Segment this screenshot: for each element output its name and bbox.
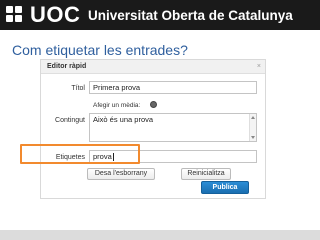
- content-label: Contingut: [55, 117, 85, 124]
- uoc-logo-icon: [6, 6, 22, 22]
- title-input[interactable]: Primera prova: [89, 81, 257, 94]
- content-scrollbar[interactable]: [249, 114, 256, 141]
- media-icon[interactable]: [150, 101, 157, 108]
- institution-header: UOC Universitat Oberta de Catalunya: [0, 0, 320, 30]
- panel-header: Editor ràpid ×: [41, 60, 265, 74]
- add-media-label: Afegir un mèdia:: [93, 102, 141, 109]
- content-textarea[interactable]: Això és una prova: [89, 113, 257, 142]
- close-icon[interactable]: ×: [257, 62, 261, 72]
- scroll-up-icon[interactable]: [251, 116, 255, 119]
- uoc-logo-text: UOC: [30, 2, 81, 27]
- institution-name: Universitat Oberta de Catalunya: [88, 8, 293, 23]
- quick-editor-panel: Editor ràpid × Títol Primera prova Afegi…: [40, 59, 266, 199]
- logo-square-icon: [6, 15, 13, 22]
- content-text: Això és una prova: [93, 115, 154, 124]
- save-draft-button[interactable]: Desa l'esborrany: [87, 168, 155, 180]
- publish-button[interactable]: Publica: [201, 181, 249, 194]
- logo-square-icon: [6, 6, 13, 13]
- panel-title: Editor ràpid: [47, 63, 87, 70]
- reset-button[interactable]: Reinicialitza: [181, 168, 231, 180]
- title-label: Títol: [71, 85, 85, 92]
- tags-highlight-box: [20, 144, 140, 164]
- slide-heading: Com etiquetar les entrades?: [12, 42, 188, 58]
- logo-square-icon: [15, 6, 22, 13]
- bottom-rule: [0, 230, 320, 240]
- logo-square-icon: [15, 15, 22, 22]
- scroll-down-icon[interactable]: [251, 136, 255, 139]
